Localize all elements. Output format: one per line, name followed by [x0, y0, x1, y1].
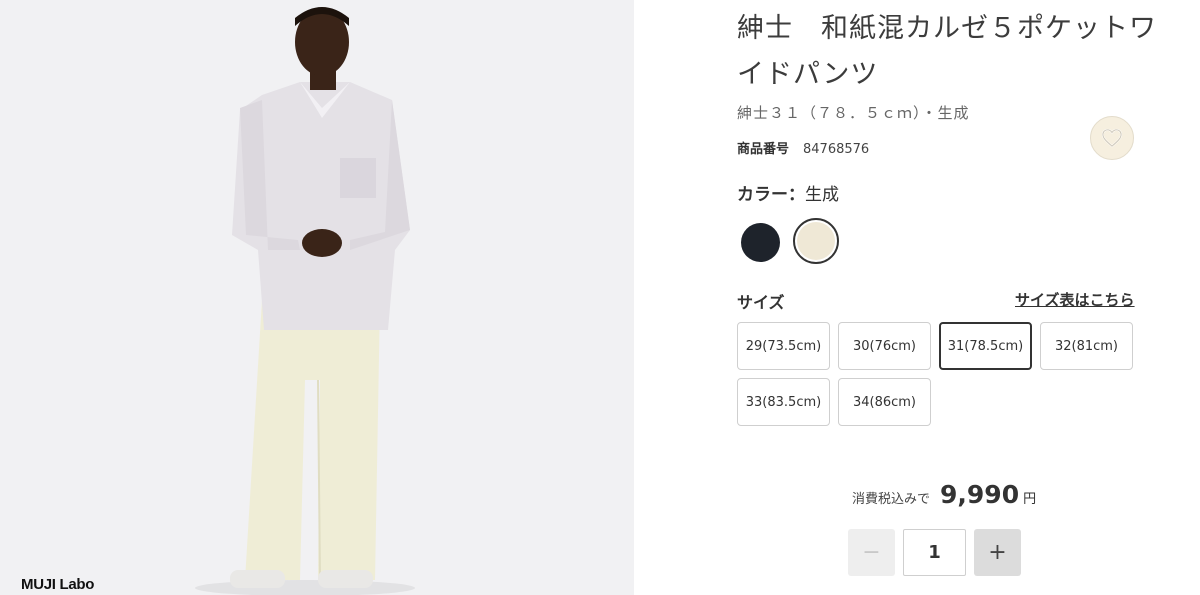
size-option-33[interactable]: 33(83.5cm): [737, 378, 830, 426]
favorite-button[interactable]: [1090, 116, 1134, 160]
tax-label: 消費税込みで: [852, 492, 931, 507]
heart-outline-icon: [1101, 128, 1123, 148]
minus-icon: −: [862, 540, 881, 565]
product-number-label: 商品番号: [737, 142, 790, 157]
brand-label: MUJI Labo: [21, 576, 95, 593]
plus-icon: +: [988, 540, 1007, 565]
selected-color-name: 生成: [805, 185, 839, 205]
size-chart-link[interactable]: サイズ表はこちら: [1015, 289, 1135, 310]
product-number-value: 84768576: [803, 142, 870, 157]
product-subtitle: 紳士３１（７８．５ｃｍ）・生成: [737, 104, 970, 122]
color-label: カラー：生成: [737, 180, 839, 205]
size-option-31[interactable]: 31(78.5cm): [939, 322, 1032, 370]
size-option-32[interactable]: 32(81cm): [1040, 322, 1133, 370]
price-amount: 9,990: [940, 480, 1020, 509]
product-number: 商品番号 84768576: [737, 138, 869, 157]
size-option-29[interactable]: 29(73.5cm): [737, 322, 830, 370]
product-photo: MUJI Labo: [0, 0, 634, 595]
size-label: サイズ: [737, 293, 785, 312]
size-option-30[interactable]: 30(76cm): [838, 322, 931, 370]
color-label-text: カラー：: [737, 185, 805, 205]
product-title: 紳士 和紙混カルゼ５ポケットワイドパンツ: [737, 13, 1157, 90]
currency-label: 円: [1023, 492, 1037, 507]
color-swatch-navy[interactable]: [741, 223, 780, 262]
size-option-34[interactable]: 34(86cm): [838, 378, 931, 426]
quantity-decrease-button[interactable]: −: [848, 529, 895, 576]
model-illustration: [195, 7, 415, 595]
quantity-input[interactable]: 1: [903, 529, 966, 576]
price: 消費税込みで 9,990 円: [852, 480, 1036, 509]
quantity-increase-button[interactable]: +: [974, 529, 1021, 576]
color-swatch-kinari[interactable]: [797, 222, 835, 260]
